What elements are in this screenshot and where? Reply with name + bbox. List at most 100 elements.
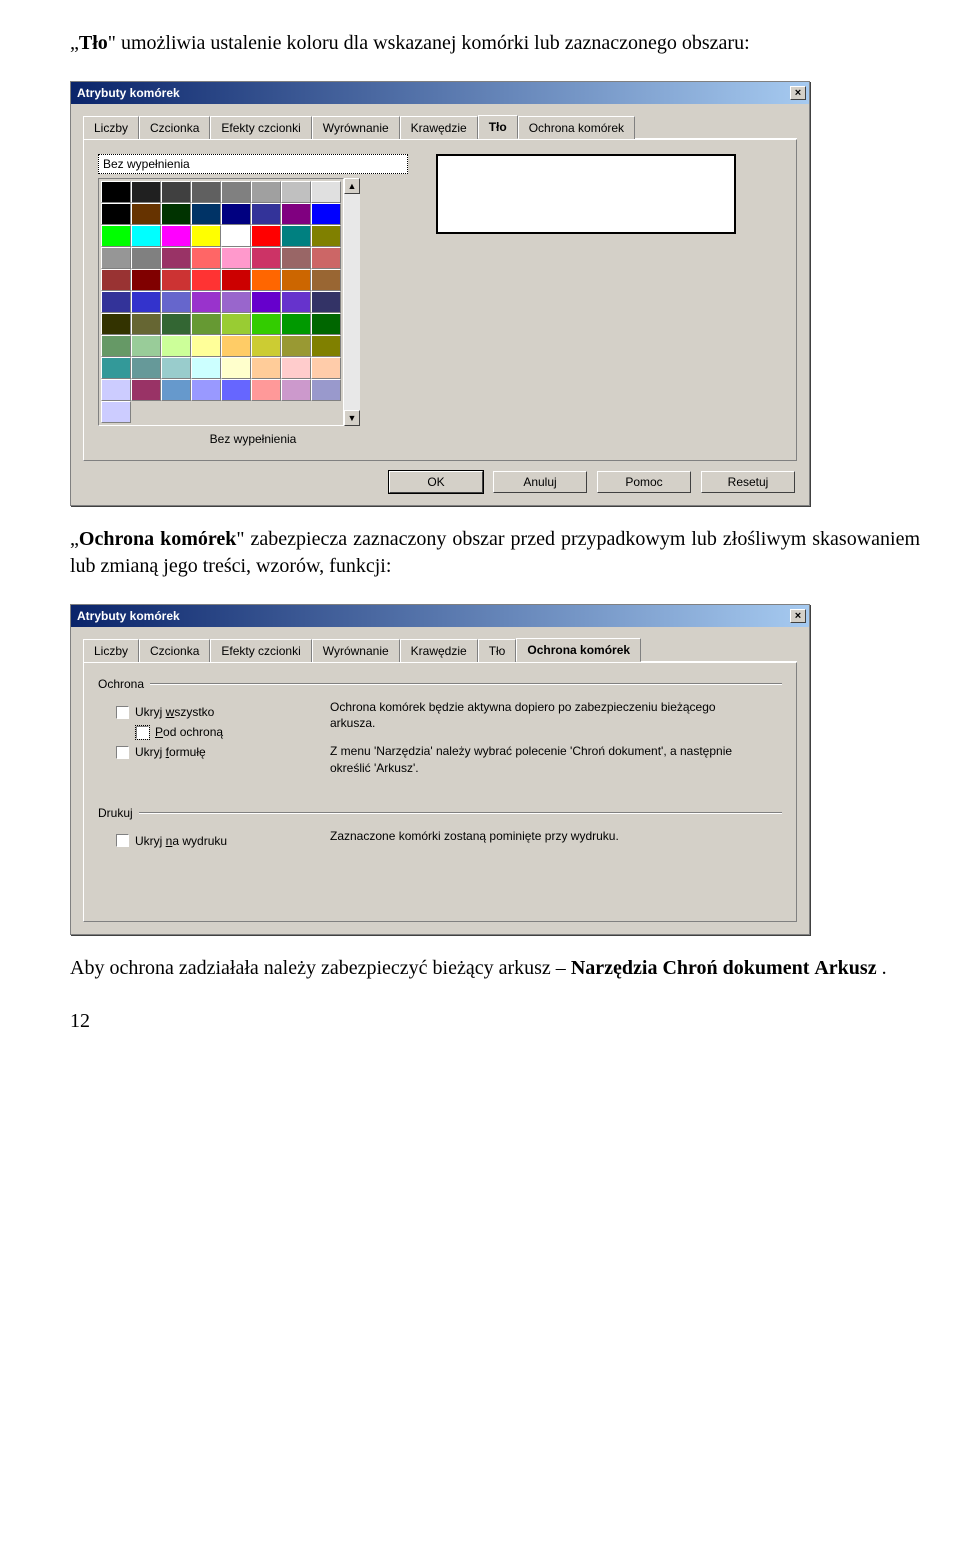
color-swatch[interactable]: [191, 357, 221, 379]
color-swatch[interactable]: [281, 181, 311, 203]
color-swatch[interactable]: [161, 379, 191, 401]
color-swatch[interactable]: [161, 335, 191, 357]
no-fill-option[interactable]: Bez wypełnienia: [98, 154, 408, 174]
color-swatch[interactable]: [251, 313, 281, 335]
color-swatch[interactable]: [191, 291, 221, 313]
color-swatch[interactable]: [131, 291, 161, 313]
color-swatch[interactable]: [131, 225, 161, 247]
ok-button[interactable]: OK: [389, 471, 483, 493]
color-swatch[interactable]: [191, 203, 221, 225]
close-icon-2[interactable]: ×: [790, 609, 806, 623]
color-swatch[interactable]: [251, 357, 281, 379]
tab-liczby[interactable]: Liczby: [83, 116, 139, 139]
color-swatch[interactable]: [281, 247, 311, 269]
color-swatch[interactable]: [311, 291, 341, 313]
color-swatch[interactable]: [311, 247, 341, 269]
color-swatch[interactable]: [311, 203, 341, 225]
color-swatch[interactable]: [221, 247, 251, 269]
color-swatch[interactable]: [101, 181, 131, 203]
tab-czcionka[interactable]: Czcionka: [139, 116, 210, 139]
color-swatch[interactable]: [101, 335, 131, 357]
tab2-ochrona[interactable]: Ochrona komórek: [516, 638, 641, 662]
tab2-krawedzie[interactable]: Krawędzie: [400, 639, 478, 662]
color-swatch[interactable]: [281, 291, 311, 313]
color-swatch[interactable]: [221, 335, 251, 357]
color-swatch[interactable]: [281, 357, 311, 379]
close-icon[interactable]: ×: [790, 86, 806, 100]
color-swatch[interactable]: [161, 247, 191, 269]
color-swatch[interactable]: [161, 269, 191, 291]
color-swatch[interactable]: [131, 379, 161, 401]
color-swatch[interactable]: [131, 269, 161, 291]
cancel-button[interactable]: Anuluj: [493, 471, 587, 493]
color-swatch[interactable]: [251, 203, 281, 225]
scroll-up-icon[interactable]: ▲: [344, 178, 360, 194]
color-swatch[interactable]: [251, 269, 281, 291]
color-swatch[interactable]: [161, 203, 191, 225]
color-swatch[interactable]: [191, 247, 221, 269]
color-swatch[interactable]: [311, 269, 341, 291]
color-swatch[interactable]: [221, 181, 251, 203]
color-swatch[interactable]: [251, 335, 281, 357]
color-swatch[interactable]: [131, 313, 161, 335]
color-swatch[interactable]: [251, 181, 281, 203]
reset-button[interactable]: Resetuj: [701, 471, 795, 493]
color-swatch[interactable]: [311, 357, 341, 379]
checkbox-ukryj-formule[interactable]: Ukryj formułę: [116, 745, 308, 759]
color-swatch[interactable]: [101, 313, 131, 335]
color-swatch[interactable]: [311, 225, 341, 247]
color-swatch[interactable]: [191, 335, 221, 357]
color-swatch[interactable]: [101, 401, 131, 423]
tab2-wyrownanie[interactable]: Wyrównanie: [312, 639, 400, 662]
tab-efekty[interactable]: Efekty czcionki: [210, 116, 311, 139]
tab2-liczby[interactable]: Liczby: [83, 639, 139, 662]
tab2-efekty[interactable]: Efekty czcionki: [210, 639, 311, 662]
color-swatch[interactable]: [101, 269, 131, 291]
color-swatch[interactable]: [221, 203, 251, 225]
color-swatch[interactable]: [161, 225, 191, 247]
color-swatch[interactable]: [281, 225, 311, 247]
color-swatch[interactable]: [311, 181, 341, 203]
color-swatch[interactable]: [131, 203, 161, 225]
tab-wyrownanie[interactable]: Wyrównanie: [312, 116, 400, 139]
color-swatch[interactable]: [311, 313, 341, 335]
color-swatch[interactable]: [161, 291, 191, 313]
color-swatch[interactable]: [281, 335, 311, 357]
color-swatch[interactable]: [101, 291, 131, 313]
color-swatch[interactable]: [281, 313, 311, 335]
color-swatch[interactable]: [221, 379, 251, 401]
tab-tlo[interactable]: Tło: [478, 115, 518, 139]
color-swatch[interactable]: [191, 225, 221, 247]
color-swatch[interactable]: [191, 269, 221, 291]
color-swatch[interactable]: [161, 357, 191, 379]
color-swatch[interactable]: [131, 181, 161, 203]
color-swatch[interactable]: [101, 203, 131, 225]
color-swatch[interactable]: [281, 379, 311, 401]
color-swatch[interactable]: [161, 313, 191, 335]
color-swatch[interactable]: [221, 357, 251, 379]
color-swatch[interactable]: [101, 225, 131, 247]
color-swatch[interactable]: [191, 379, 221, 401]
scroll-down-icon[interactable]: ▼: [344, 410, 360, 426]
checkbox-pod-ochrona[interactable]: Pod ochroną: [116, 725, 308, 739]
color-swatch[interactable]: [281, 203, 311, 225]
tab2-czcionka[interactable]: Czcionka: [139, 639, 210, 662]
color-swatch[interactable]: [251, 247, 281, 269]
swatch-scrollbar[interactable]: ▲ ▼: [344, 178, 360, 426]
color-swatch[interactable]: [161, 181, 191, 203]
color-swatch[interactable]: [221, 269, 251, 291]
color-swatch[interactable]: [101, 379, 131, 401]
color-swatch[interactable]: [131, 335, 161, 357]
color-swatch[interactable]: [131, 357, 161, 379]
color-swatch[interactable]: [221, 225, 251, 247]
help-button[interactable]: Pomoc: [597, 471, 691, 493]
tab-krawedzie[interactable]: Krawędzie: [400, 116, 478, 139]
color-swatch[interactable]: [191, 181, 221, 203]
color-swatch[interactable]: [311, 335, 341, 357]
color-swatch[interactable]: [191, 313, 221, 335]
color-swatch[interactable]: [221, 291, 251, 313]
tab-ochrona[interactable]: Ochrona komórek: [518, 116, 635, 139]
checkbox-ukryj-na-wydruku[interactable]: Ukryj na wydruku: [116, 834, 308, 848]
checkbox-ukryj-wszystko[interactable]: Ukryj wszystko: [116, 705, 308, 719]
color-swatch[interactable]: [311, 379, 341, 401]
